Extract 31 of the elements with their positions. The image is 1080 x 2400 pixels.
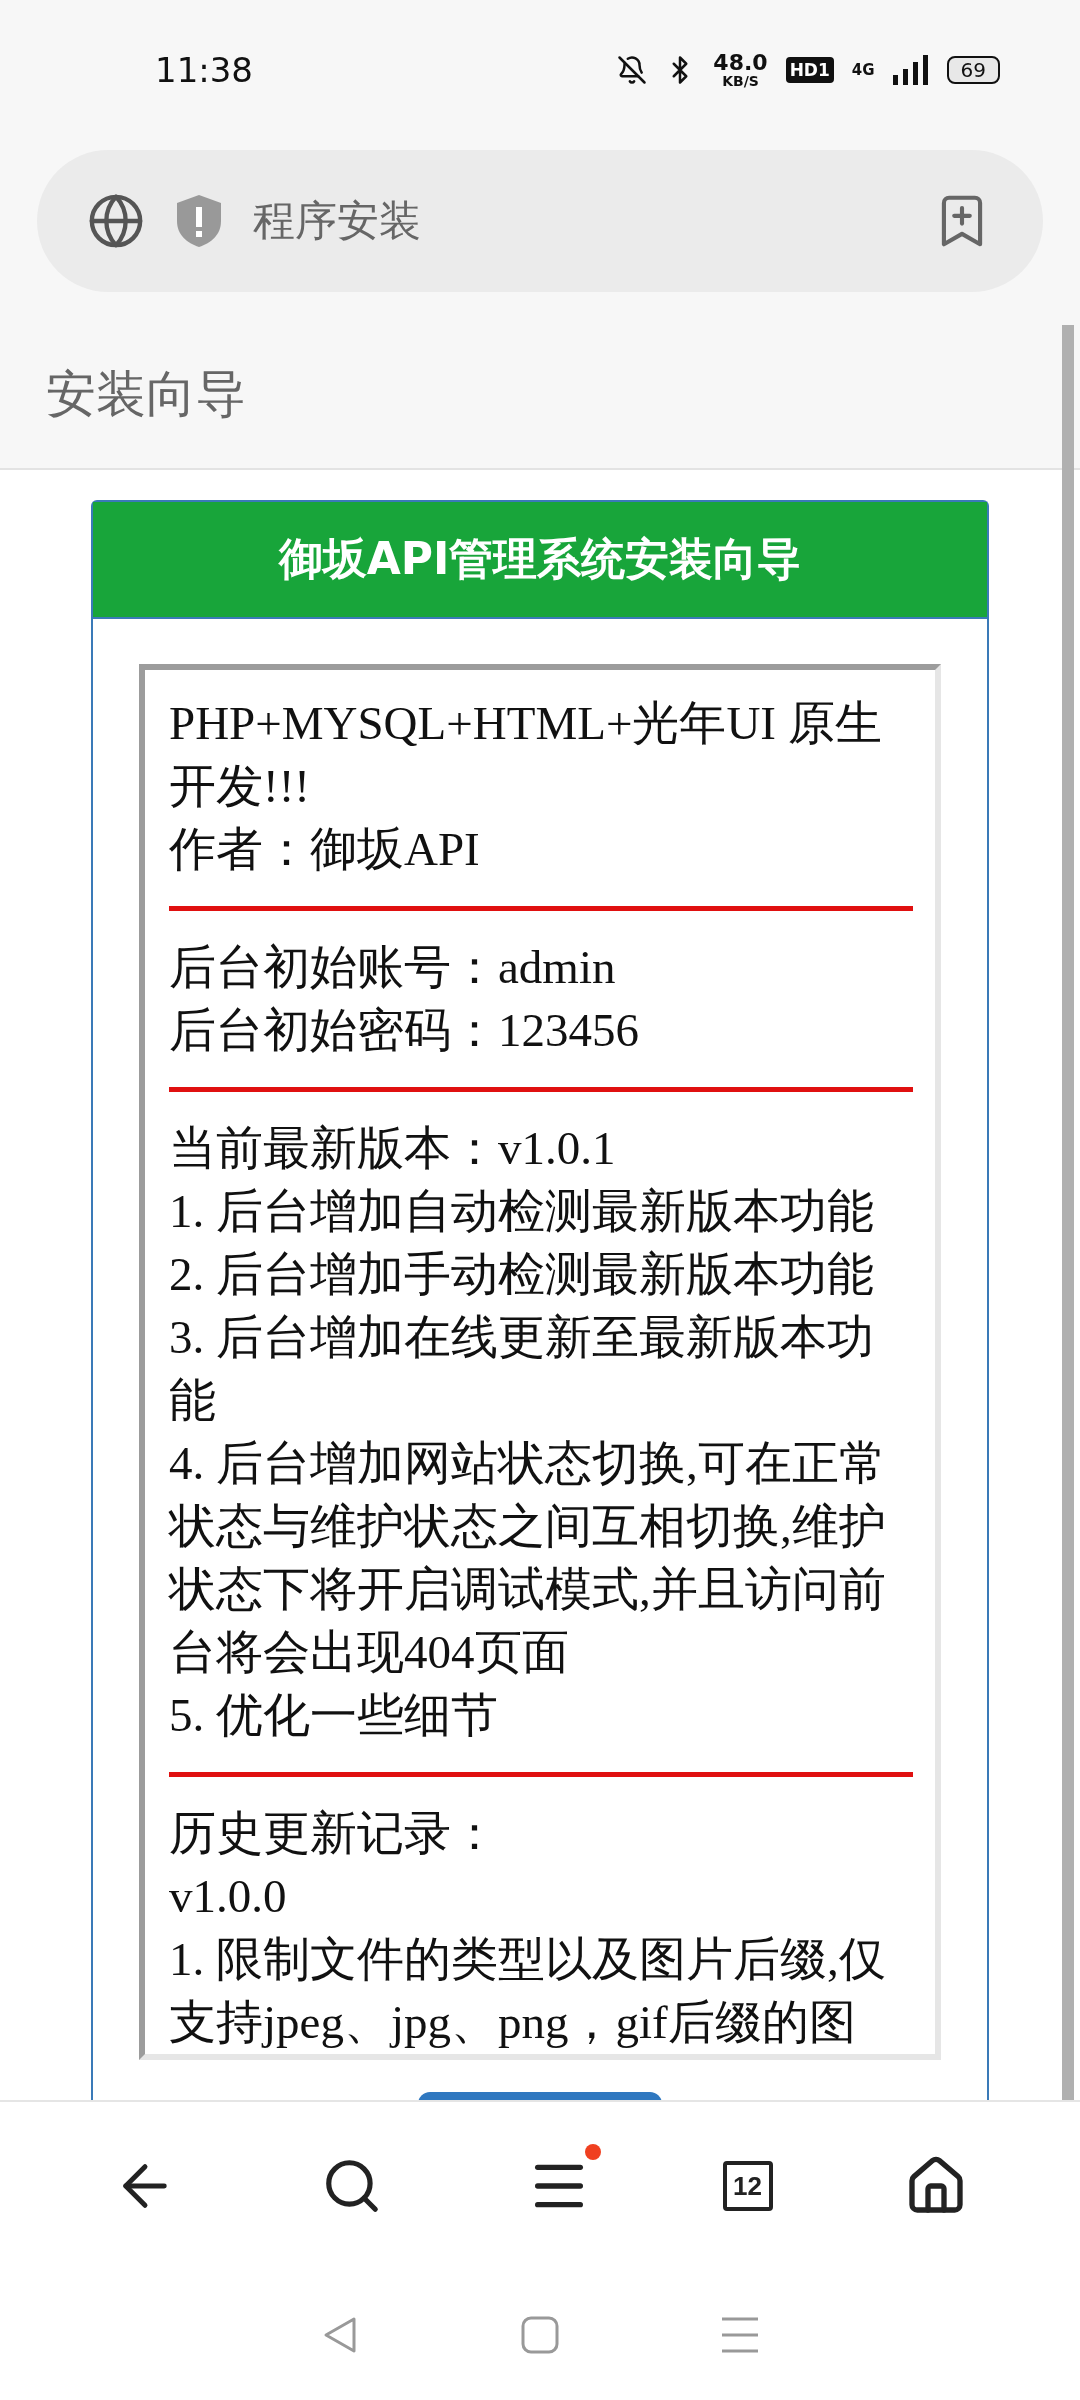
globe-icon[interactable] — [87, 192, 145, 250]
net-speed-unit: KB/S — [722, 74, 759, 88]
hd-badge: HD1 — [785, 57, 834, 83]
info-line: 后台初始账号：admin — [169, 940, 617, 995]
tabs-button[interactable]: 12 — [722, 2161, 773, 2211]
info-line: 作者：御坂API — [169, 822, 481, 877]
bell-off-icon — [617, 55, 648, 85]
home-icon[interactable] — [520, 2315, 560, 2355]
page-title: 程序安装 — [253, 195, 422, 247]
network-type: 4G — [851, 61, 875, 79]
net-speed: 48.0 — [713, 52, 768, 74]
battery-level: 69 — [946, 56, 1000, 84]
info-line: 1. 限制文件的类型以及图片后缀,仅支持jpeg、jpg、png，gif后缀的图 — [169, 1932, 887, 2050]
info-line: 1. 后台增加自动检测最新版本功能 — [169, 1184, 875, 1239]
scrollbar[interactable] — [1062, 325, 1074, 2100]
signal-icon — [892, 55, 929, 85]
info-line: 3. 后台增加在线更新至最新版本功能 — [169, 1310, 875, 1428]
page-heading: 安装向导 — [46, 363, 246, 425]
info-line: 5. 优化一些细节 — [169, 1688, 499, 1743]
clock: 11:38 — [155, 50, 254, 90]
card-title: 御坂API管理系统安装向导 — [93, 502, 987, 619]
info-line: 当前最新版本：v1.0.1 — [169, 1121, 617, 1176]
info-line: 后台初始密码：123456 — [169, 1003, 640, 1058]
menu-icon[interactable] — [720, 2315, 760, 2355]
shield-warning-icon[interactable] — [175, 193, 223, 249]
address-bar[interactable]: 程序安装 — [37, 150, 1043, 292]
info-line: 4. 后台增加网站状态切换,可在正常状态与维护状态之间互相切换,维护状态下将开启调试模式,并且访问前台将会出现404页面 — [169, 1436, 887, 1680]
info-line: 历史更新记录： — [169, 1806, 499, 1861]
info-line: v1.0.0 — [169, 1869, 288, 1924]
info-line: PHP+MYSQL+HTML+光年UI 原生开发!!! — [169, 696, 883, 814]
info-line: 2. 后台增加手动检测最新版本功能 — [169, 1247, 875, 1302]
